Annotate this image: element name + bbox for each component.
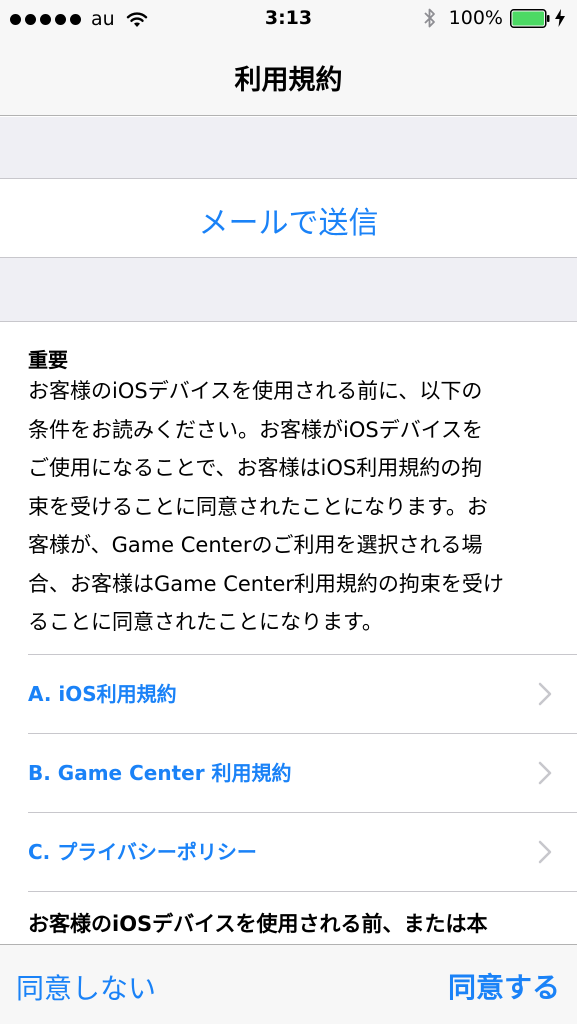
important-heading: 重要: [28, 348, 68, 372]
terms-intro-line: 条件をお読みください。お客様がiOSデバイスを: [28, 417, 484, 442]
status-bar: au 3:13 100%: [0, 0, 577, 40]
battery-icon: [510, 8, 550, 28]
terms-intro-line: 合、お客様はGame Center利用規約の拘束を受け: [28, 571, 504, 596]
terms-intro-line: 客様が、Game Centerのご利用を選択される場: [28, 533, 483, 557]
page-title: 利用規約: [234, 65, 343, 96]
link-game-center-terms[interactable]: B. Game Center 利用規約: [0, 733, 577, 812]
link-label: C. プライバシーポリシー: [28, 840, 257, 864]
send-by-mail-button[interactable]: メールで送信: [0, 198, 577, 242]
terms-intro-line: 束を受けることに同意されたことになります。お: [28, 494, 488, 519]
section-spacer-middle: [0, 258, 577, 321]
chevron-right-icon: [538, 761, 552, 785]
battery-percentage: 100%: [448, 7, 503, 29]
mail-row: メールで送信: [0, 179, 577, 257]
charging-icon: [555, 9, 565, 27]
bluetooth-icon: [424, 8, 435, 28]
disagree-button[interactable]: 同意しない: [16, 967, 156, 1007]
terms-intro-line: ることに同意されたことになります。: [28, 610, 383, 634]
navigation-bar: 利用規約: [0, 40, 577, 116]
link-label: A. iOS利用規約: [28, 682, 177, 706]
terms-screen: au 3:13 100% 利用規約 メールで送信 重要 お客様のiOSデバイスを…: [0, 0, 577, 1024]
terms-intro-line: ご使用になることで、お客様はiOS利用規約の拘: [28, 456, 483, 480]
section-spacer-top: [0, 117, 577, 178]
chevron-right-icon: [538, 840, 552, 864]
link-privacy-policy[interactable]: C. プライバシーポリシー: [0, 812, 577, 891]
separator: [28, 891, 577, 892]
terms-intro-text: お客様のiOSデバイスを使用される前に、以下の 条件をお読みください。お客様がi…: [28, 372, 550, 642]
terms-continued-text: お客様のiOSデバイスを使用される前、または本: [28, 912, 488, 936]
terms-intro-line: お客様のiOSデバイスを使用される前に、以下の: [28, 379, 483, 403]
agree-button[interactable]: 同意する: [448, 966, 560, 1006]
chevron-right-icon: [538, 682, 552, 706]
status-right: 100%: [423, 7, 565, 29]
link-label: B. Game Center 利用規約: [28, 761, 292, 785]
link-ios-terms[interactable]: A. iOS利用規約: [0, 654, 577, 733]
terms-content[interactable]: 重要 お客様のiOSデバイスを使用される前に、以下の 条件をお読みください。お客…: [0, 322, 577, 944]
bottom-toolbar: 同意しない 同意する: [0, 944, 577, 1024]
